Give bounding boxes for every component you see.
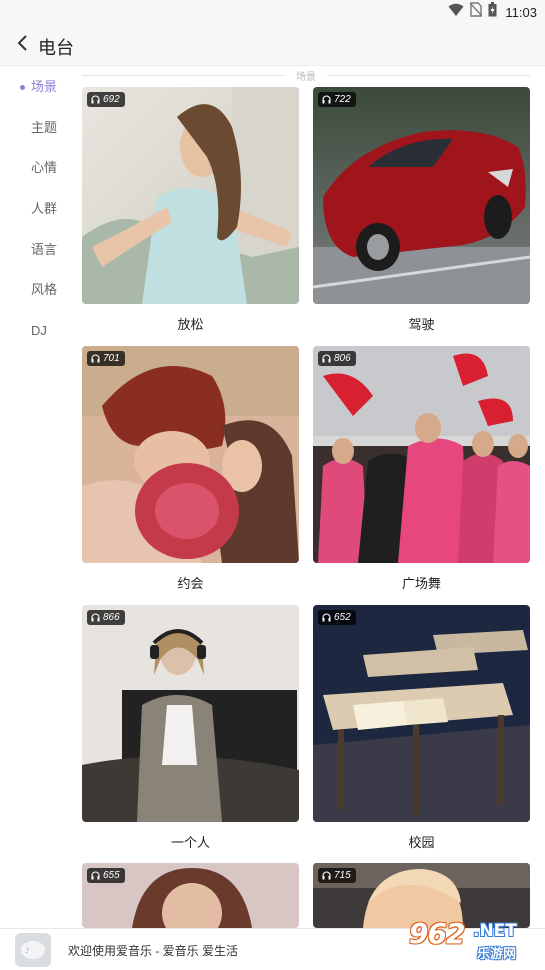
station-card[interactable]: 806 广场舞 <box>313 346 530 592</box>
sidebar-item-label: 场景 <box>31 79 58 94</box>
headphones-icon <box>91 354 100 363</box>
headphones-icon <box>322 95 331 104</box>
sidebar-item-scene[interactable]: 场景 <box>0 67 70 108</box>
woman-headphones-photo: 866 <box>82 605 299 822</box>
sidebar-item-mood[interactable]: 心情 <box>0 148 70 189</box>
active-dot-icon <box>20 85 25 90</box>
sidebar-item-label: DJ <box>31 323 47 339</box>
category-sidebar: 场景 主题 心情 人群 语言 风格 DJ <box>0 67 70 352</box>
square-dance-photo: 806 <box>313 346 530 563</box>
listener-count: 701 <box>87 351 125 366</box>
sidebar-item-language[interactable]: 语言 <box>0 230 70 271</box>
bottom-banner[interactable]: ♪ 欢迎使用爱音乐 - 爱音乐 爱生活 962 .NET 乐游网 <box>0 917 545 970</box>
listener-count: 655 <box>87 868 125 883</box>
headphones-icon <box>91 613 100 622</box>
classroom-desks-photo: 652 <box>313 605 530 822</box>
page-title: 电台 <box>38 38 74 58</box>
headphones-icon <box>91 871 100 880</box>
banner-text: 欢迎使用爱音乐 - 爱音乐 爱生活 <box>68 944 238 958</box>
sidebar-item-label: 心情 <box>31 160 58 176</box>
chevron-left-icon <box>16 34 28 57</box>
divider <box>327 75 530 76</box>
sidebar-item-label: 风格 <box>31 282 58 298</box>
listener-count: 652 <box>318 610 356 625</box>
headphones-icon <box>322 613 331 622</box>
battery-icon <box>488 2 497 22</box>
station-title: 放松 <box>177 317 204 332</box>
app-logo-icon: ♪ <box>15 933 51 967</box>
station-card[interactable]: 692 放松 <box>82 87 299 333</box>
sidebar-item-label: 语言 <box>31 241 58 257</box>
sidebar-item-dj[interactable]: DJ <box>0 311 70 352</box>
woman-portrait-photo: 655 <box>82 863 299 928</box>
svg-text:♪: ♪ <box>25 947 29 955</box>
wifi-icon <box>448 3 464 22</box>
listener-count: 715 <box>318 868 356 883</box>
station-title: 一个人 <box>170 835 210 850</box>
section-header: 场景 <box>82 67 530 83</box>
station-card[interactable]: 652 校园 <box>313 605 530 851</box>
sidebar-item-label: 主题 <box>31 119 58 135</box>
sidebar-item-crowd[interactable]: 人群 <box>0 189 70 230</box>
status-bar: 11:03 <box>0 0 545 24</box>
station-title: 约会 <box>177 576 204 591</box>
headphones-icon <box>322 871 331 880</box>
station-card[interactable]: 866 一个人 <box>82 605 299 851</box>
back-button[interactable] <box>8 31 36 59</box>
headphones-icon <box>322 354 331 363</box>
station-card[interactable]: 655 <box>82 863 299 928</box>
listener-count: 866 <box>87 610 125 625</box>
couple-kissing-photo: 701 <box>82 346 299 563</box>
woman-relaxing-photo: 692 <box>82 87 299 304</box>
app-header: 电台 <box>0 24 545 66</box>
sidebar-item-label: 人群 <box>31 201 58 217</box>
sidebar-item-theme[interactable]: 主题 <box>0 108 70 149</box>
station-title: 驾驶 <box>408 317 435 332</box>
station-card[interactable]: 722 驾驶 <box>313 87 530 333</box>
listener-count: 806 <box>318 351 356 366</box>
listener-count: 722 <box>318 92 356 107</box>
headphones-icon <box>91 95 100 104</box>
no-sim-icon <box>469 2 483 22</box>
station-card[interactable]: 701 约会 <box>82 346 299 592</box>
status-time: 11:03 <box>505 4 537 20</box>
listener-count: 692 <box>87 92 125 107</box>
station-title: 校园 <box>408 835 435 850</box>
red-sports-car-photo: 722 <box>313 87 530 304</box>
station-title: 广场舞 <box>401 576 441 591</box>
watermark-logo: 962 .NET 乐游网 <box>409 917 517 961</box>
sidebar-item-style[interactable]: 风格 <box>0 270 70 311</box>
